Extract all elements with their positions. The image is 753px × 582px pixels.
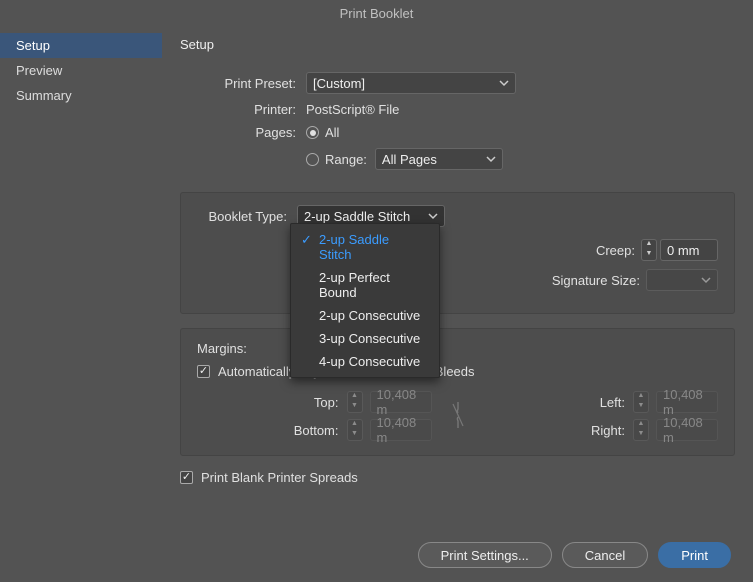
- pages-range-select[interactable]: All Pages: [375, 148, 503, 170]
- print-booklet-window: Print Booklet Setup Preview Summary Setu…: [0, 0, 753, 582]
- pages-range-label: Range:: [325, 152, 367, 167]
- chevron-down-icon: [499, 78, 509, 88]
- printer-value: PostScript® File: [306, 102, 399, 117]
- chevron-down-icon: [486, 154, 496, 164]
- margin-right-input: 10,408 m: [656, 419, 718, 441]
- window-title: Print Booklet: [0, 0, 753, 27]
- print-button[interactable]: Print: [658, 542, 731, 568]
- margin-left-label: Left:: [600, 395, 625, 410]
- margins-label: Margins:: [197, 341, 718, 356]
- print-preset-label: Print Preset:: [180, 76, 306, 91]
- sidebar: Setup Preview Summary: [0, 27, 162, 582]
- booklet-type-value: 2-up Saddle Stitch: [304, 209, 410, 224]
- main-panel: Setup Print Preset: [Custom] Printer: Po…: [162, 27, 753, 582]
- pages-all-label: All: [325, 125, 339, 140]
- booklet-type-label: Booklet Type:: [197, 209, 297, 224]
- signature-size-label: Signature Size:: [552, 273, 640, 288]
- margin-bottom-input: 10,408 m: [370, 419, 432, 441]
- pages-all-radio[interactable]: [306, 126, 319, 139]
- booklet-type-option[interactable]: 2-up Saddle Stitch: [291, 228, 439, 266]
- print-settings-button[interactable]: Print Settings...: [418, 542, 552, 568]
- margin-bottom-stepper: ▲▼: [347, 419, 363, 441]
- margin-left-stepper: ▲▼: [633, 391, 649, 413]
- creep-input[interactable]: 0 mm: [660, 239, 718, 261]
- margin-right-stepper: ▲▼: [633, 419, 649, 441]
- creep-label: Creep:: [596, 243, 635, 258]
- link-icon: [450, 400, 466, 433]
- page-title: Setup: [180, 37, 735, 52]
- booklet-type-option[interactable]: 2-up Perfect Bound: [291, 266, 439, 304]
- margin-right-label: Right:: [591, 423, 625, 438]
- chevron-down-icon: [428, 211, 438, 221]
- margin-top-stepper: ▲▼: [347, 391, 363, 413]
- cancel-button[interactable]: Cancel: [562, 542, 648, 568]
- margin-left-input: 10,408 m: [656, 391, 718, 413]
- creep-stepper[interactable]: ▲▼: [641, 239, 657, 261]
- sidebar-item-setup[interactable]: Setup: [0, 33, 162, 58]
- pages-label: Pages:: [180, 125, 306, 140]
- margin-top-input: 10,408 m: [370, 391, 432, 413]
- booklet-type-dropdown: 2-up Saddle Stitch 2-up Perfect Bound 2-…: [290, 223, 440, 378]
- print-blank-label: Print Blank Printer Spreads: [201, 470, 358, 485]
- chevron-down-icon: [701, 275, 711, 285]
- print-preset-select[interactable]: [Custom]: [306, 72, 516, 94]
- signature-size-select[interactable]: [646, 269, 718, 291]
- booklet-type-option[interactable]: 4-up Consecutive: [291, 350, 439, 373]
- sidebar-item-summary[interactable]: Summary: [0, 83, 162, 108]
- print-preset-value: [Custom]: [313, 76, 365, 91]
- auto-adjust-checkbox[interactable]: [197, 365, 210, 378]
- dialog-footer: Print Settings... Cancel Print: [0, 528, 753, 582]
- print-blank-checkbox[interactable]: [180, 471, 193, 484]
- booklet-type-option[interactable]: 2-up Consecutive: [291, 304, 439, 327]
- margin-bottom-label: Bottom:: [294, 423, 339, 438]
- booklet-panel: Booklet Type: 2-up Saddle Stitch: [180, 192, 735, 314]
- sidebar-item-preview[interactable]: Preview: [0, 58, 162, 83]
- margin-top-label: Top:: [314, 395, 339, 410]
- margins-panel: Margins: Automatically Adjust to Fit Mar…: [180, 328, 735, 456]
- pages-range-radio[interactable]: [306, 153, 319, 166]
- printer-label: Printer:: [180, 102, 306, 117]
- booklet-type-option[interactable]: 3-up Consecutive: [291, 327, 439, 350]
- pages-range-value: All Pages: [382, 152, 437, 167]
